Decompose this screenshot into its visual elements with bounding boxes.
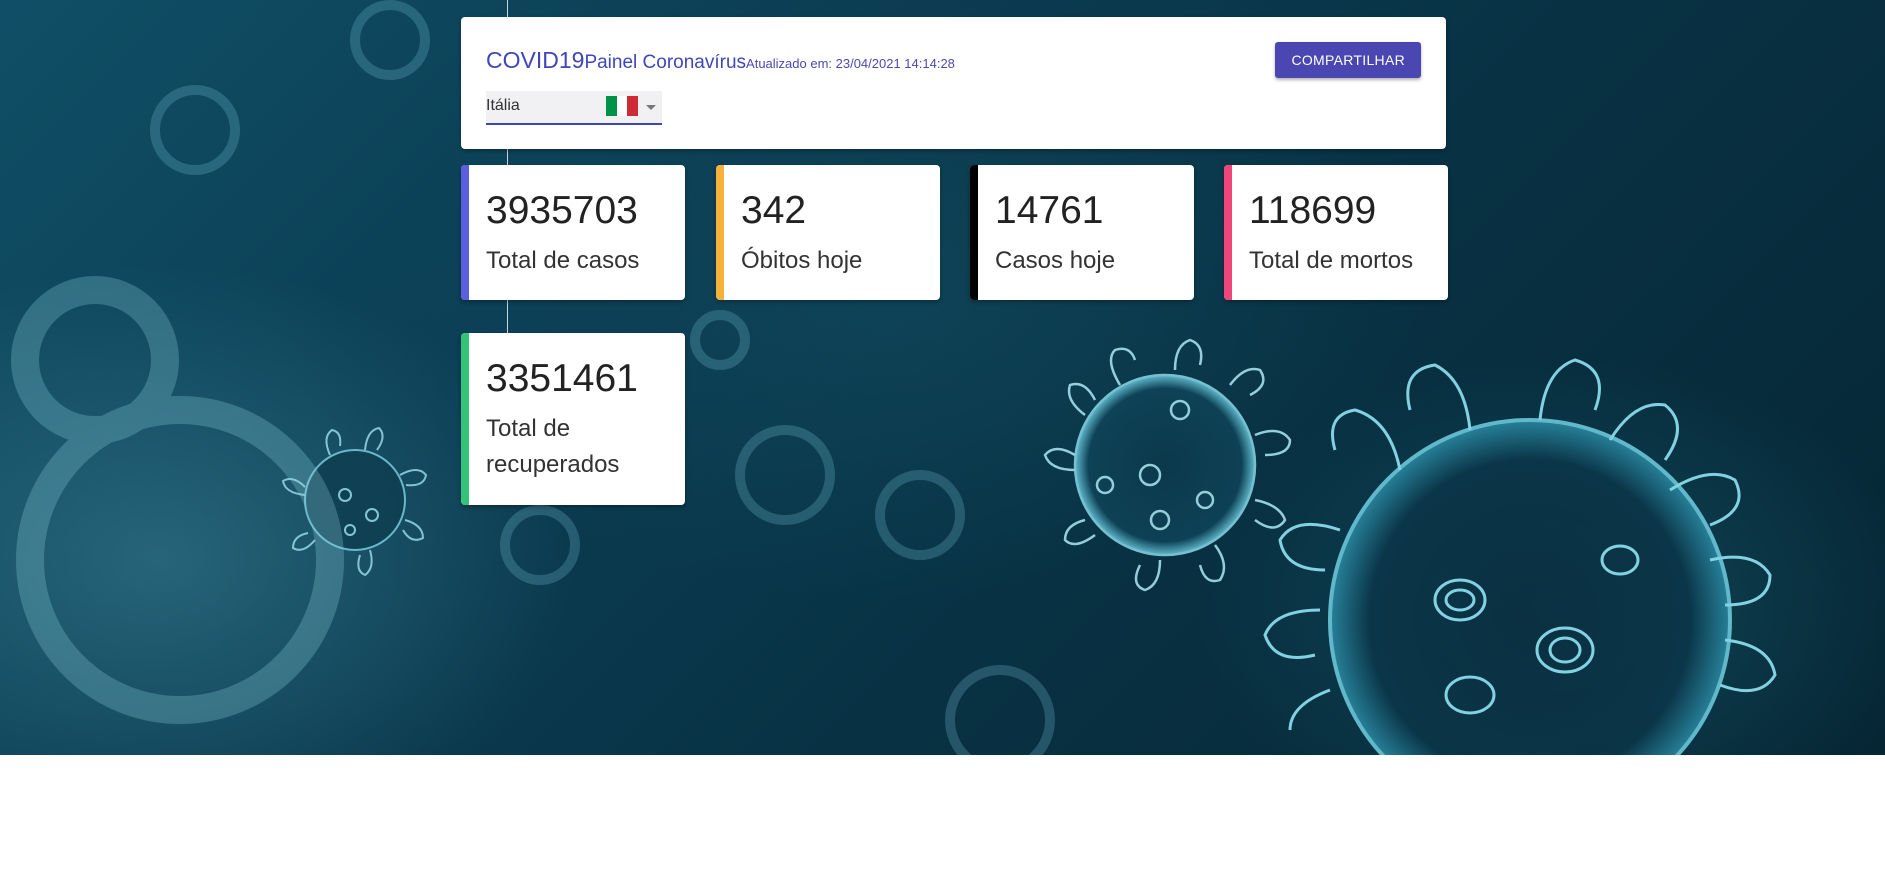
title-main: COVID19 <box>486 47 585 73</box>
stat-value: 3351461 <box>486 357 638 400</box>
stat-accent <box>970 165 978 300</box>
country-select-value: Itália <box>486 97 520 114</box>
hero-background: COVID19 Painel Coronavírus Atualizado em… <box>0 0 1885 755</box>
stat-label: Total de casos <box>486 247 640 274</box>
stat-accent <box>1224 165 1232 300</box>
stat-label: Óbitos hoje <box>741 247 863 274</box>
stat-accent <box>716 165 724 300</box>
header-card: COVID19 Painel Coronavírus Atualizado em… <box>461 17 1446 149</box>
stat-card-total-recovered: 3351461 Total de recuperados <box>461 333 685 505</box>
stat-card-cases-today: 14761 Casos hoje <box>970 165 1194 300</box>
country-select[interactable]: Itália <box>486 91 662 125</box>
stat-value: 14761 <box>995 189 1104 232</box>
share-button[interactable]: COMPARTILHAR <box>1275 42 1421 78</box>
stat-card-total-cases: 3935703 Total de casos <box>461 165 685 300</box>
stat-accent <box>461 165 469 300</box>
chevron-down-icon[interactable] <box>646 105 656 110</box>
stat-value: 118699 <box>1249 189 1377 232</box>
stat-value: 3935703 <box>486 189 638 232</box>
stat-card-total-deaths: 118699 Total de mortos <box>1224 165 1448 300</box>
stat-card-deaths-today: 342 Óbitos hoje <box>716 165 940 300</box>
stat-label: Total de mortos <box>1249 247 1414 274</box>
stat-value: 342 <box>741 189 807 232</box>
italy-flag-icon <box>606 96 639 116</box>
page-title: COVID19 Painel Coronavírus Atualizado em… <box>486 47 955 74</box>
last-updated: Atualizado em: 23/04/2021 14:14:28 <box>746 56 955 71</box>
stat-label: Total de recuperados <box>486 415 620 478</box>
stat-label: Casos hoje <box>995 247 1116 274</box>
title-sub: Painel Coronavírus <box>584 52 747 73</box>
stat-accent <box>461 333 469 505</box>
